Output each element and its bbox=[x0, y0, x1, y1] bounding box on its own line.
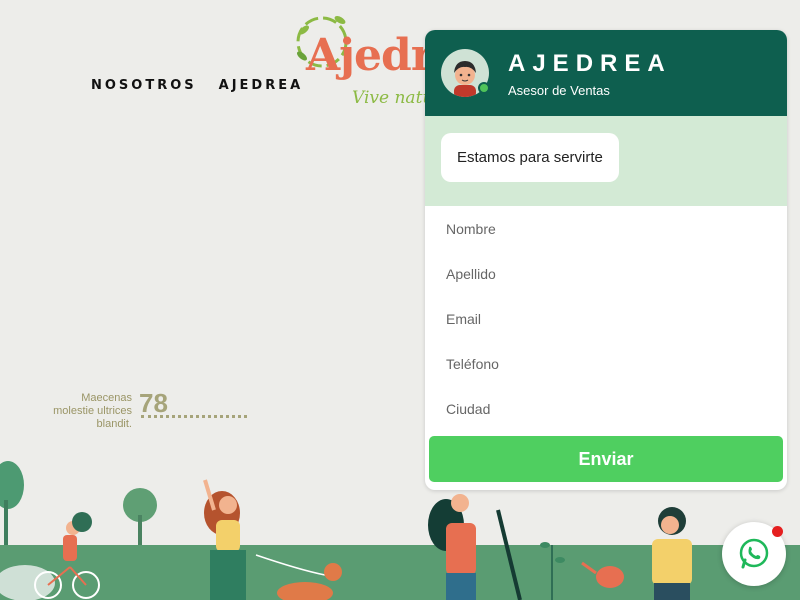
whatsapp-icon bbox=[739, 538, 769, 569]
nav-item-nosotros[interactable]: NOSOTROS bbox=[91, 78, 197, 93]
chat-subtitle: Asesor de Ventas bbox=[508, 83, 610, 98]
chat-message-area: Estamos para servirte bbox=[425, 116, 787, 206]
email-field[interactable]: Email bbox=[425, 296, 787, 341]
main-nav: NOSOTROS AJEDREA bbox=[91, 78, 303, 93]
stat-divider bbox=[141, 415, 247, 418]
chat-widget: AJEDREA Asesor de Ventas Estamos para se… bbox=[425, 30, 787, 490]
notification-badge bbox=[772, 526, 783, 537]
site-logo[interactable]: Ajedrea Vive natural bbox=[290, 8, 489, 112]
contact-form: Nombre Apellido Email Teléfono Ciudad bbox=[425, 206, 787, 431]
nombre-field[interactable]: Nombre bbox=[425, 206, 787, 251]
chat-header: AJEDREA Asesor de Ventas bbox=[425, 30, 787, 116]
ciudad-field[interactable]: Ciudad bbox=[425, 386, 787, 431]
enviar-button[interactable]: Enviar bbox=[429, 436, 783, 482]
telefono-field[interactable]: Teléfono bbox=[425, 341, 787, 386]
online-status-icon bbox=[478, 82, 490, 94]
welcome-message: Estamos para servirte bbox=[441, 133, 619, 182]
apellido-field[interactable]: Apellido bbox=[425, 251, 787, 296]
stat-label: Maecenas molestie ultrices blandit. bbox=[53, 392, 132, 430]
chat-title: AJEDREA bbox=[508, 50, 672, 77]
